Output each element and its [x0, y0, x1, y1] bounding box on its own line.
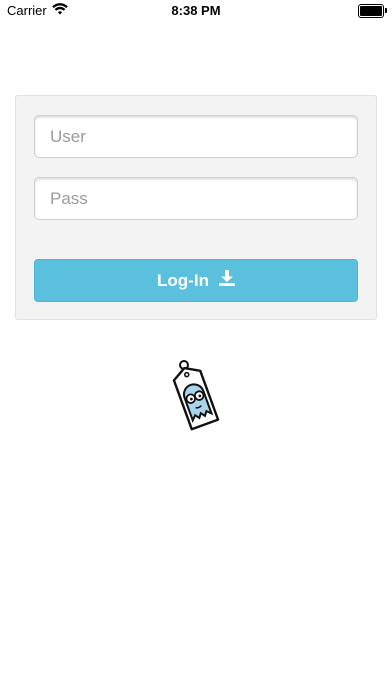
battery-level: [360, 6, 382, 16]
download-icon: [218, 270, 235, 291]
status-time: 8:38 PM: [171, 3, 221, 18]
user-input[interactable]: [34, 115, 358, 158]
password-input[interactable]: [34, 177, 358, 220]
status-bar: Carrier 8:38 PM: [0, 0, 392, 22]
login-button-label: Log-In: [157, 270, 209, 290]
ghost-tag-logo: [160, 356, 232, 436]
battery-icon: [358, 4, 387, 18]
login-panel: Log-In: [15, 95, 377, 320]
login-button[interactable]: Log-In: [34, 259, 358, 302]
